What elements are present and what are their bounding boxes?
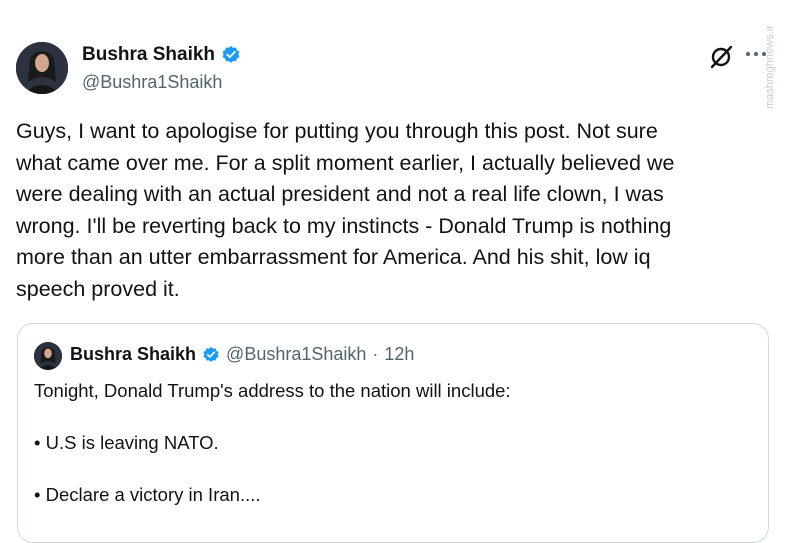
verified-badge-icon xyxy=(221,45,241,65)
quoted-timestamp[interactable]: 12h xyxy=(384,344,414,365)
grok-icon[interactable] xyxy=(708,44,734,70)
separator-dot: · xyxy=(372,344,379,364)
verified-badge-icon xyxy=(202,346,220,364)
quoted-author-avatar[interactable] xyxy=(34,342,62,370)
quoted-bullet: • U.S is leaving NATO. xyxy=(34,432,219,453)
author-handle[interactable]: @Bushra1Shaikh xyxy=(82,72,222,93)
author-name[interactable]: Bushra Shaikh xyxy=(82,44,215,66)
watermark: mashreghnews.ir xyxy=(764,25,776,109)
tweet-card: Bushra Shaikh @Bushra1Shaikh mashreghnew… xyxy=(0,0,800,543)
author-avatar[interactable] xyxy=(16,42,68,94)
quoted-bullet: • Declare a victory in Iran.... xyxy=(34,484,261,505)
quoted-author-handle[interactable]: @Bushra1Shaikh xyxy=(226,344,366,365)
quoted-text-line: Tonight, Donald Trump's address to the n… xyxy=(34,380,511,401)
quoted-tweet[interactable]: Bushra Shaikh @Bushra1Shaikh · 12h Tonig… xyxy=(17,323,769,543)
quoted-author-name[interactable]: Bushra Shaikh xyxy=(70,344,196,365)
tweet-text: Guys, I want to apologise for putting yo… xyxy=(16,119,675,301)
